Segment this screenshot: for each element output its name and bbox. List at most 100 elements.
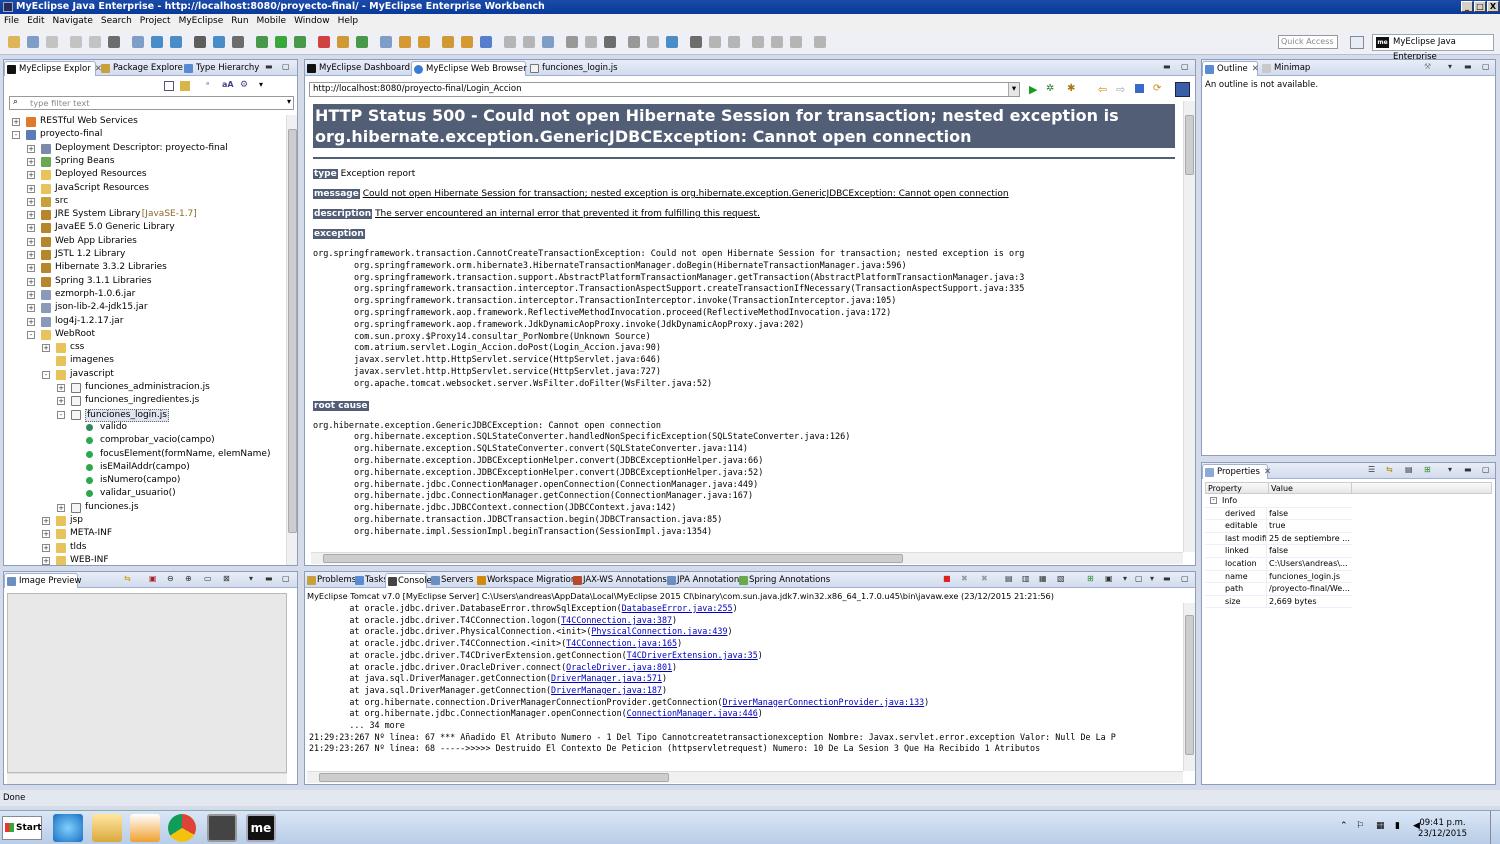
collapse-icon[interactable]: -: [1210, 497, 1217, 504]
tab-workspace-migration[interactable]: Workspace Migration: [475, 573, 576, 588]
tree-item[interactable]: + funciones_administracion.js: [4, 381, 284, 394]
minimize-view-icon[interactable]: ▬: [1163, 574, 1171, 583]
tab-type-hierarchy[interactable]: Type Hierarchy: [182, 61, 262, 76]
flag-icon[interactable]: ⚐: [1356, 821, 1364, 831]
source-link[interactable]: DriverManager.java:187: [551, 685, 662, 695]
back-icon[interactable]: ⇦: [1098, 83, 1107, 96]
terminate-icon[interactable]: ■: [943, 574, 951, 583]
tree-item[interactable]: + json-lib-2.4-jdk15.jar: [4, 301, 284, 314]
prev-edit-icon[interactable]: [504, 36, 516, 48]
start-button[interactable]: Start: [2, 816, 42, 840]
url-input[interactable]: http://localhost:8080/proyecto-final/Log…: [309, 82, 1020, 97]
show-desktop-button[interactable]: [1490, 811, 1500, 844]
tree-item[interactable]: + RESTful Web Services: [4, 115, 284, 128]
chrome-icon[interactable]: [168, 814, 196, 842]
tree-item[interactable]: + css: [4, 341, 284, 354]
expand-icon[interactable]: +: [27, 224, 35, 233]
expand-icon[interactable]: +: [27, 157, 35, 166]
chevron-down-icon[interactable]: ▾: [1123, 574, 1127, 583]
save-icon[interactable]: [27, 36, 39, 48]
debug-icon[interactable]: [256, 36, 268, 48]
toggle-icon[interactable]: [628, 36, 640, 48]
history-icon[interactable]: [566, 36, 578, 48]
new-package-icon[interactable]: [356, 36, 368, 48]
minimize-view-icon[interactable]: ▬: [265, 574, 273, 583]
scroll-thumb[interactable]: [1185, 615, 1194, 755]
console-icon[interactable]: [89, 36, 101, 48]
open-type-icon[interactable]: [418, 36, 430, 48]
fullscreen-icon[interactable]: ⊠: [223, 574, 230, 583]
network-icon[interactable]: ▦: [1376, 821, 1385, 831]
tree-item[interactable]: + Spring Beans: [4, 155, 284, 168]
new-class-icon[interactable]: [380, 36, 392, 48]
collapse-all-icon[interactable]: [164, 81, 174, 91]
property-row[interactable]: path/proyecto-final/We...: [1205, 583, 1352, 596]
format-icon[interactable]: [585, 36, 597, 48]
expand-icon[interactable]: +: [42, 543, 50, 552]
go-icon[interactable]: ▶: [1029, 83, 1037, 96]
refresh-icon[interactable]: ⟳: [1153, 83, 1161, 94]
menu-project[interactable]: Project: [136, 14, 175, 29]
minimize-view-icon[interactable]: ▬: [1464, 465, 1472, 474]
chevron-down-icon[interactable]: ▾: [1150, 574, 1154, 583]
tree-item[interactable]: + jsp: [4, 514, 284, 527]
collapse-icon[interactable]: -: [42, 370, 50, 379]
open-console-icon[interactable]: ▢: [1135, 574, 1143, 583]
menu-window[interactable]: Window: [290, 14, 334, 29]
tree-item[interactable]: + WEB-INF: [4, 554, 284, 565]
tree-item[interactable]: isEMailAddr(campo): [4, 461, 284, 474]
tab-outline[interactable]: Outline ✕: [1202, 61, 1259, 76]
sublime-icon[interactable]: [207, 814, 237, 842]
new-icon[interactable]: [8, 36, 20, 48]
maximize-view-icon[interactable]: ▢: [1482, 62, 1490, 71]
filter-icon[interactable]: ᵃ: [206, 80, 209, 89]
sync-icon[interactable]: ⇆: [124, 574, 131, 583]
annotation-icon[interactable]: [480, 36, 492, 48]
signal-icon[interactable]: ▮: [1395, 821, 1400, 831]
tab-problems[interactable]: Problems: [305, 573, 356, 588]
tree-item[interactable]: + funciones.js: [4, 501, 284, 514]
myeclipse-icon[interactable]: me: [246, 814, 276, 842]
browser-hscrollbar[interactable]: [311, 552, 1183, 564]
source-link[interactable]: DatabaseError.java:255: [622, 603, 733, 613]
source-link[interactable]: T4CConnection.java:165: [566, 638, 677, 648]
tree-item[interactable]: + JRE System Library [JavaSE-1.7]: [4, 208, 284, 221]
tree-item[interactable]: + log4j-1.2.17.jar: [4, 315, 284, 328]
maximize-view-icon[interactable]: ▢: [1482, 465, 1490, 474]
layout-icon[interactable]: [604, 36, 616, 48]
sort-icon[interactable]: aA: [222, 80, 234, 89]
next-edit-icon[interactable]: [523, 36, 535, 48]
forward-icon[interactable]: ⇨: [1116, 83, 1125, 96]
expand-icon[interactable]: +: [27, 184, 35, 193]
external-tools-icon[interactable]: [318, 36, 330, 48]
expand-icon[interactable]: +: [27, 290, 35, 299]
fit-image-icon[interactable]: ▣: [149, 574, 157, 583]
tab-image-preview[interactable]: Image Preview: [4, 573, 81, 588]
perspective-switcher[interactable]: me MyEclipse Java Enterprise: [1372, 34, 1494, 62]
run-icon[interactable]: [275, 36, 287, 48]
source-link[interactable]: T4CConnection.java:387: [561, 615, 672, 625]
maximize-view-icon[interactable]: ▢: [1181, 574, 1189, 583]
search-icon[interactable]: [461, 36, 473, 48]
scroll-thumb[interactable]: [1185, 115, 1194, 175]
nav-back-icon[interactable]: [790, 36, 802, 48]
close-icon[interactable]: ✕: [1264, 467, 1271, 477]
original-size-icon[interactable]: ▭: [204, 574, 212, 583]
zoom-in-icon[interactable]: ⊕: [185, 574, 192, 583]
tree-item[interactable]: validar_usuario(): [4, 487, 284, 500]
grid-icon[interactable]: [108, 36, 120, 48]
tab-jpa-annotations[interactable]: JPA Annotations: [665, 573, 744, 588]
zoom-out-icon[interactable]: ⊖: [167, 574, 174, 583]
tab-minimap[interactable]: Minimap: [1260, 61, 1316, 76]
link-icon[interactable]: [647, 36, 659, 48]
browser-vscrollbar[interactable]: [1183, 101, 1195, 552]
tree-item[interactable]: - javascript: [4, 368, 284, 381]
menu-navigate[interactable]: Navigate: [49, 14, 97, 29]
print-icon[interactable]: [70, 36, 82, 48]
tree-item[interactable]: - WebRoot: [4, 328, 284, 341]
deploy-icon[interactable]: [151, 36, 163, 48]
tree-item[interactable]: + tlds: [4, 541, 284, 554]
clear-console-icon[interactable]: ▤: [1005, 574, 1013, 583]
maximize-button[interactable]: □: [1474, 1, 1486, 12]
tree-item[interactable]: + Hibernate 3.3.2 Libraries: [4, 261, 284, 274]
